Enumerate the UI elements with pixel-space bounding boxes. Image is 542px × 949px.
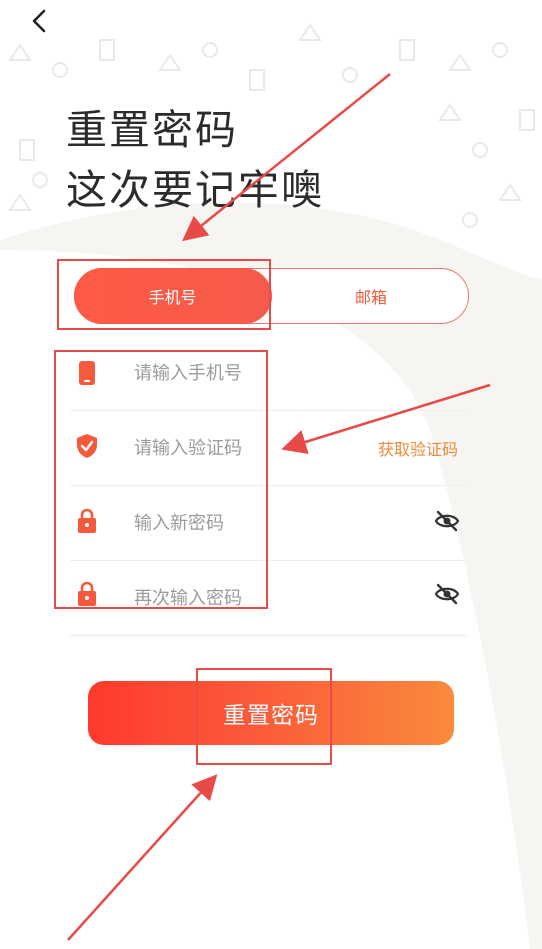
eye-off-icon[interactable] bbox=[434, 581, 460, 607]
annotation-box-fields bbox=[54, 350, 268, 609]
get-code-button[interactable]: 获取验证码 bbox=[378, 436, 458, 460]
title-line-2: 这次要记牢噢 bbox=[66, 166, 324, 214]
back-button[interactable] bbox=[22, 4, 56, 38]
eye-off-icon[interactable] bbox=[434, 508, 460, 534]
annotation-box-tabs bbox=[57, 259, 271, 330]
title-line-1: 重置密码 bbox=[66, 106, 238, 154]
annotation-box-button bbox=[196, 668, 332, 765]
arrow-to-button bbox=[67, 774, 218, 941]
chevron-left-icon bbox=[32, 9, 46, 33]
page-title: 重置密码 这次要记牢噢 bbox=[66, 100, 324, 220]
tab-email[interactable]: 邮箱 bbox=[272, 268, 470, 324]
